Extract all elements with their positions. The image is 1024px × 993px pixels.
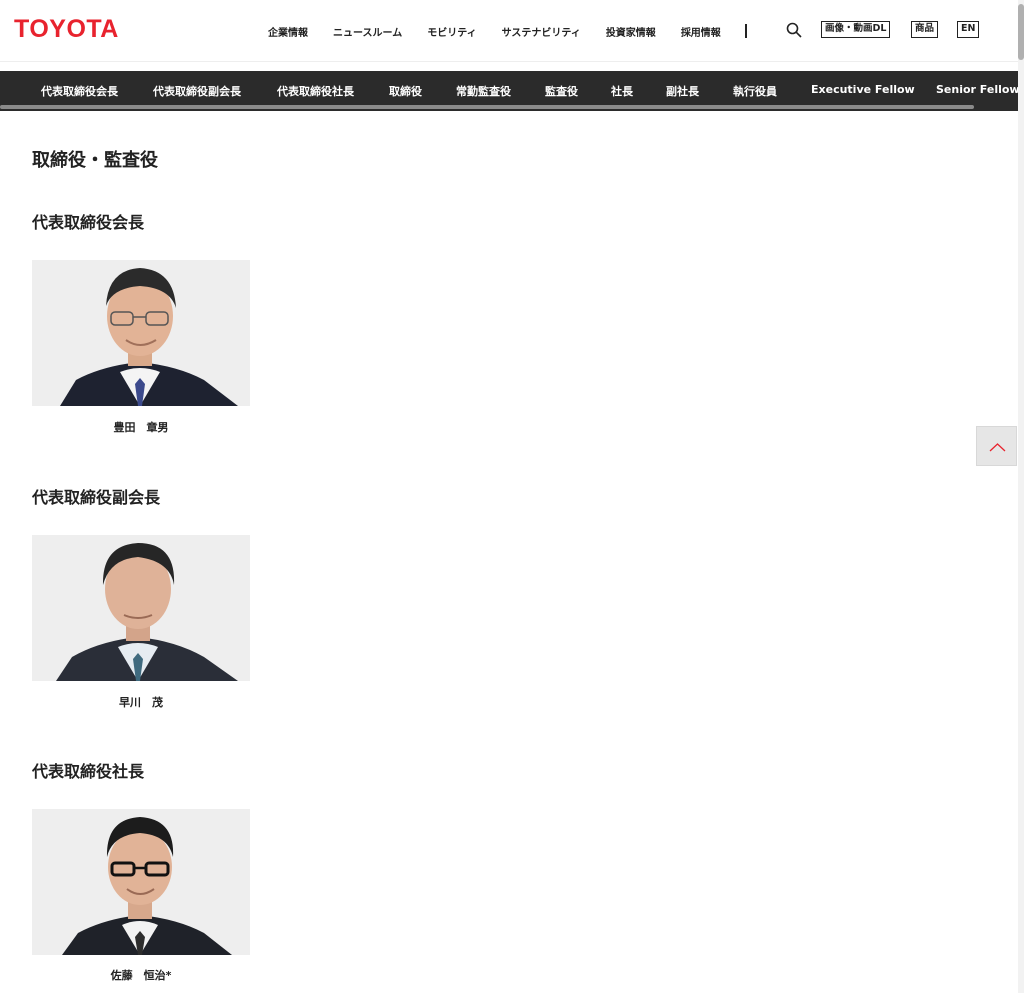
page-title: 取締役・監査役 <box>32 150 158 171</box>
anchor-senior-fellow[interactable]: Senior Fellow <box>936 83 1018 96</box>
toyota-logo[interactable]: TOYOTA <box>14 15 119 44</box>
anchor-operating-officers[interactable]: 執行役員 <box>733 83 777 99</box>
media-download-button[interactable]: 画像・動画DL <box>821 21 891 38</box>
nav-sustainability[interactable]: サステナビリティ <box>502 24 581 39</box>
nav-corporate[interactable]: 企業情報 <box>268 24 308 39</box>
anchor-chairman[interactable]: 代表取締役会長 <box>41 83 118 99</box>
section-title-president: 代表取締役社長 <box>32 762 145 781</box>
person-name: 豊田 章男 <box>113 421 169 434</box>
chevron-up-icon <box>989 443 1006 452</box>
portrait-photo[interactable] <box>32 809 250 955</box>
subnav-scrollbar[interactable] <box>0 105 974 109</box>
anchor-president-representative[interactable]: 代表取締役社長 <box>277 83 354 99</box>
scrollbar-thumb[interactable] <box>1018 4 1024 60</box>
anchor-full-time-auditors[interactable]: 常勤監査役 <box>456 83 511 99</box>
nav-divider <box>744 24 747 38</box>
anchor-executive-fellow[interactable]: Executive Fellow <box>811 83 915 96</box>
nav-investors[interactable]: 投資家情報 <box>606 24 656 39</box>
language-en-button[interactable]: EN <box>957 21 980 38</box>
anchor-directors[interactable]: 取締役 <box>389 83 422 99</box>
products-button[interactable]: 商品 <box>911 21 939 38</box>
nav-careers[interactable]: 採用情報 <box>681 24 721 39</box>
portrait-photo[interactable] <box>32 260 250 406</box>
portrait-photo[interactable] <box>32 535 250 681</box>
anchor-executive-vp[interactable]: 副社長 <box>666 83 699 99</box>
search-icon[interactable] <box>786 22 802 38</box>
person-name: 早川 茂 <box>119 696 163 709</box>
anchor-auditors[interactable]: 監査役 <box>545 83 578 99</box>
site-header: TOYOTA 企業情報 ニュースルーム モビリティ サステナビリティ 投資家情報… <box>0 0 1018 62</box>
page-scrollbar[interactable] <box>1018 0 1024 993</box>
section-title-chairman: 代表取締役会長 <box>32 213 145 232</box>
anchor-nav: 代表取締役会長 代表取締役副会長 代表取締役社長 取締役 常勤監査役 監査役 社… <box>0 71 1018 111</box>
back-to-top-button[interactable] <box>976 426 1017 466</box>
nav-mobility[interactable]: モビリティ <box>427 24 476 39</box>
anchor-vice-chairman[interactable]: 代表取締役副会長 <box>153 83 241 99</box>
global-nav: 企業情報 ニュースルーム モビリティ サステナビリティ 投資家情報 採用情報 <box>268 22 771 40</box>
section-title-vice-chairman: 代表取締役副会長 <box>32 488 161 507</box>
nav-newsroom[interactable]: ニュースルーム <box>333 24 402 39</box>
person-name: 佐藤 恒治* <box>110 969 172 982</box>
anchor-president[interactable]: 社長 <box>611 83 633 99</box>
